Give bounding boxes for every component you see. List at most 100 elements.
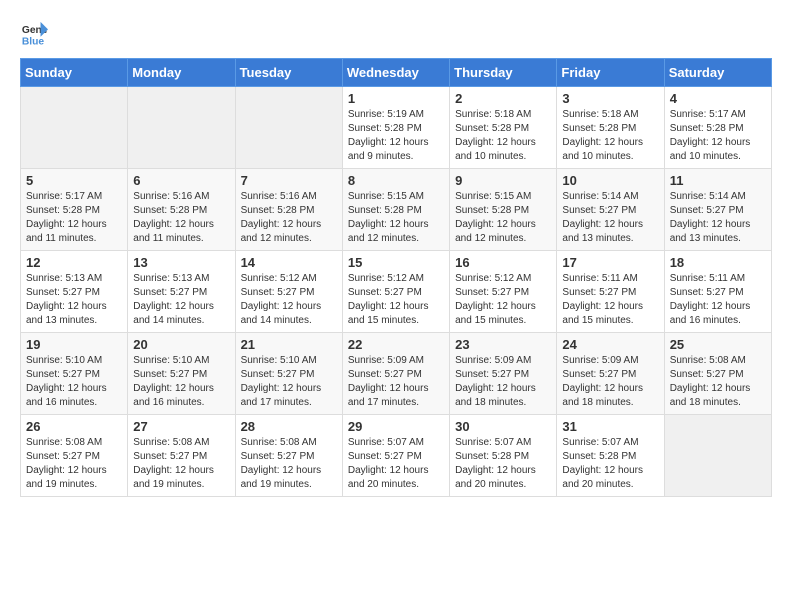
day-number: 5 [26, 173, 122, 188]
calendar-cell: 21 Sunrise: 5:10 AM Sunset: 5:27 PM Dayli… [235, 333, 342, 415]
day-info: Sunrise: 5:17 AM Sunset: 5:28 PM Dayligh… [670, 108, 766, 164]
day-info: Sunrise: 5:09 AM Sunset: 5:27 PM Dayligh… [562, 354, 658, 410]
day-number: 30 [455, 419, 551, 434]
day-info: Sunrise: 5:07 AM Sunset: 5:27 PM Dayligh… [348, 436, 444, 492]
day-number: 6 [133, 173, 229, 188]
day-info: Sunrise: 5:17 AM Sunset: 5:28 PM Dayligh… [26, 190, 122, 246]
weekday-header: Friday [557, 59, 664, 87]
calendar-cell [128, 87, 235, 169]
calendar-cell: 10 Sunrise: 5:14 AM Sunset: 5:27 PM Dayli… [557, 169, 664, 251]
day-info: Sunrise: 5:08 AM Sunset: 5:27 PM Dayligh… [670, 354, 766, 410]
day-number: 2 [455, 91, 551, 106]
day-info: Sunrise: 5:08 AM Sunset: 5:27 PM Dayligh… [26, 436, 122, 492]
day-number: 28 [241, 419, 337, 434]
day-info: Sunrise: 5:09 AM Sunset: 5:27 PM Dayligh… [348, 354, 444, 410]
calendar-cell: 23 Sunrise: 5:09 AM Sunset: 5:27 PM Dayli… [450, 333, 557, 415]
day-info: Sunrise: 5:07 AM Sunset: 5:28 PM Dayligh… [455, 436, 551, 492]
day-info: Sunrise: 5:16 AM Sunset: 5:28 PM Dayligh… [241, 190, 337, 246]
day-number: 3 [562, 91, 658, 106]
day-info: Sunrise: 5:11 AM Sunset: 5:27 PM Dayligh… [562, 272, 658, 328]
calendar-cell: 28 Sunrise: 5:08 AM Sunset: 5:27 PM Dayli… [235, 415, 342, 497]
day-info: Sunrise: 5:18 AM Sunset: 5:28 PM Dayligh… [562, 108, 658, 164]
day-number: 16 [455, 255, 551, 270]
calendar-week-row: 26 Sunrise: 5:08 AM Sunset: 5:27 PM Dayli… [21, 415, 772, 497]
day-number: 12 [26, 255, 122, 270]
weekday-header: Wednesday [342, 59, 449, 87]
calendar-cell: 7 Sunrise: 5:16 AM Sunset: 5:28 PM Daylig… [235, 169, 342, 251]
day-info: Sunrise: 5:10 AM Sunset: 5:27 PM Dayligh… [241, 354, 337, 410]
weekday-header: Sunday [21, 59, 128, 87]
day-number: 22 [348, 337, 444, 352]
day-info: Sunrise: 5:12 AM Sunset: 5:27 PM Dayligh… [348, 272, 444, 328]
day-number: 14 [241, 255, 337, 270]
day-info: Sunrise: 5:10 AM Sunset: 5:27 PM Dayligh… [26, 354, 122, 410]
calendar-cell: 18Sunrise: 5:11 AM Sunset: 5:27 PM Dayli… [664, 251, 771, 333]
calendar-cell: 22 Sunrise: 5:09 AM Sunset: 5:27 PM Dayli… [342, 333, 449, 415]
calendar-cell: 15 Sunrise: 5:12 AM Sunset: 5:27 PM Dayli… [342, 251, 449, 333]
day-info: Sunrise: 5:10 AM Sunset: 5:27 PM Dayligh… [133, 354, 229, 410]
calendar-week-row: 1 Sunrise: 5:19 AM Sunset: 5:28 PM Daylig… [21, 87, 772, 169]
day-info: Sunrise: 5:08 AM Sunset: 5:27 PM Dayligh… [241, 436, 337, 492]
day-number: 7 [241, 173, 337, 188]
logo-icon: General Blue [20, 20, 48, 48]
day-info: Sunrise: 5:08 AM Sunset: 5:27 PM Dayligh… [133, 436, 229, 492]
weekday-header: Tuesday [235, 59, 342, 87]
calendar-cell: 2Sunrise: 5:18 AM Sunset: 5:28 PM Daylig… [450, 87, 557, 169]
calendar-cell: 11Sunrise: 5:14 AM Sunset: 5:27 PM Dayli… [664, 169, 771, 251]
day-info: Sunrise: 5:16 AM Sunset: 5:28 PM Dayligh… [133, 190, 229, 246]
calendar-cell: 14 Sunrise: 5:12 AM Sunset: 5:27 PM Dayli… [235, 251, 342, 333]
calendar-cell: 5 Sunrise: 5:17 AM Sunset: 5:28 PM Daylig… [21, 169, 128, 251]
weekday-header: Saturday [664, 59, 771, 87]
day-info: Sunrise: 5:12 AM Sunset: 5:27 PM Dayligh… [241, 272, 337, 328]
day-number: 13 [133, 255, 229, 270]
calendar-cell: 16 Sunrise: 5:12 AM Sunset: 5:27 PM Dayli… [450, 251, 557, 333]
day-number: 24 [562, 337, 658, 352]
day-number: 11 [670, 173, 766, 188]
day-info: Sunrise: 5:09 AM Sunset: 5:27 PM Dayligh… [455, 354, 551, 410]
calendar-cell: 26 Sunrise: 5:08 AM Sunset: 5:27 PM Dayli… [21, 415, 128, 497]
day-info: Sunrise: 5:19 AM Sunset: 5:28 PM Dayligh… [348, 108, 444, 164]
calendar-week-row: 5 Sunrise: 5:17 AM Sunset: 5:28 PM Daylig… [21, 169, 772, 251]
day-number: 1 [348, 91, 444, 106]
day-info: Sunrise: 5:14 AM Sunset: 5:27 PM Dayligh… [562, 190, 658, 246]
calendar-cell [235, 87, 342, 169]
calendar-cell: 6 Sunrise: 5:16 AM Sunset: 5:28 PM Daylig… [128, 169, 235, 251]
day-number: 29 [348, 419, 444, 434]
day-number: 17 [562, 255, 658, 270]
day-number: 26 [26, 419, 122, 434]
day-info: Sunrise: 5:07 AM Sunset: 5:28 PM Dayligh… [562, 436, 658, 492]
calendar-cell [21, 87, 128, 169]
day-number: 15 [348, 255, 444, 270]
svg-text:Blue: Blue [22, 36, 45, 47]
calendar-table: SundayMondayTuesdayWednesdayThursdayFrid… [20, 58, 772, 497]
page-header: General Blue [20, 20, 772, 48]
day-number: 23 [455, 337, 551, 352]
weekday-header: Thursday [450, 59, 557, 87]
calendar-cell [664, 415, 771, 497]
day-number: 21 [241, 337, 337, 352]
calendar-cell: 24 Sunrise: 5:09 AM Sunset: 5:27 PM Dayli… [557, 333, 664, 415]
day-number: 4 [670, 91, 766, 106]
weekday-header-row: SundayMondayTuesdayWednesdayThursdayFrid… [21, 59, 772, 87]
calendar-cell: 17 Sunrise: 5:11 AM Sunset: 5:27 PM Dayli… [557, 251, 664, 333]
day-number: 10 [562, 173, 658, 188]
calendar-cell: 1 Sunrise: 5:19 AM Sunset: 5:28 PM Daylig… [342, 87, 449, 169]
weekday-header: Monday [128, 59, 235, 87]
calendar-week-row: 19Sunrise: 5:10 AM Sunset: 5:27 PM Dayli… [21, 333, 772, 415]
calendar-cell: 13Sunrise: 5:13 AM Sunset: 5:27 PM Dayli… [128, 251, 235, 333]
calendar-cell: 4 Sunrise: 5:17 AM Sunset: 5:28 PM Daylig… [664, 87, 771, 169]
calendar-cell: 30 Sunrise: 5:07 AM Sunset: 5:28 PM Dayli… [450, 415, 557, 497]
day-info: Sunrise: 5:15 AM Sunset: 5:28 PM Dayligh… [348, 190, 444, 246]
calendar-cell: 9Sunrise: 5:15 AM Sunset: 5:28 PM Daylig… [450, 169, 557, 251]
calendar-cell: 29 Sunrise: 5:07 AM Sunset: 5:27 PM Dayli… [342, 415, 449, 497]
day-info: Sunrise: 5:13 AM Sunset: 5:27 PM Dayligh… [26, 272, 122, 328]
day-info: Sunrise: 5:15 AM Sunset: 5:28 PM Dayligh… [455, 190, 551, 246]
calendar-cell: 31Sunrise: 5:07 AM Sunset: 5:28 PM Dayli… [557, 415, 664, 497]
calendar-cell: 25Sunrise: 5:08 AM Sunset: 5:27 PM Dayli… [664, 333, 771, 415]
day-info: Sunrise: 5:12 AM Sunset: 5:27 PM Dayligh… [455, 272, 551, 328]
calendar-cell: 27Sunrise: 5:08 AM Sunset: 5:27 PM Dayli… [128, 415, 235, 497]
calendar-cell: 12 Sunrise: 5:13 AM Sunset: 5:27 PM Dayli… [21, 251, 128, 333]
day-number: 8 [348, 173, 444, 188]
calendar-cell: 8 Sunrise: 5:15 AM Sunset: 5:28 PM Daylig… [342, 169, 449, 251]
calendar-cell: 20Sunrise: 5:10 AM Sunset: 5:27 PM Dayli… [128, 333, 235, 415]
